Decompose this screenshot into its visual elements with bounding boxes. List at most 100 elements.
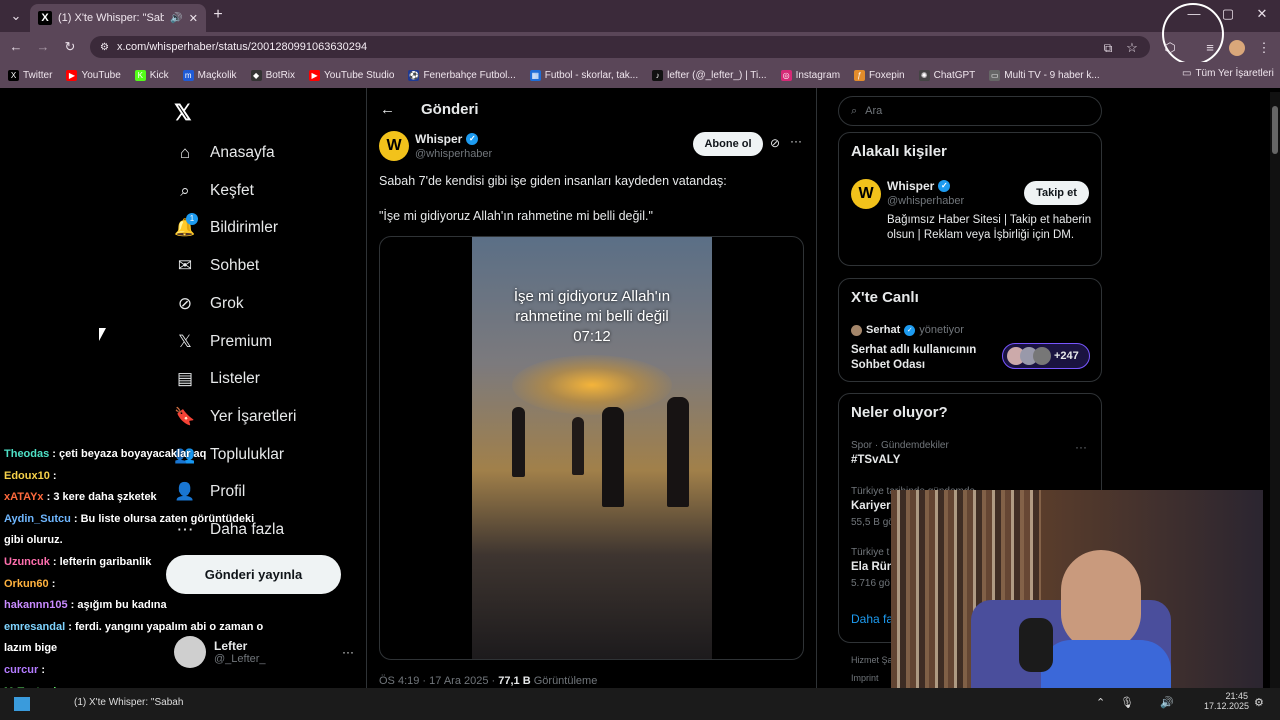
post-more-icon[interactable]: ··· [790,134,802,148]
author-name-row[interactable]: Whisper ✓ [415,132,479,146]
video-player[interactable]: İşe mi gidiyoruz Allah'ın rahmetine mi b… [379,236,804,660]
footer-link[interactable]: Imprint [851,673,879,683]
footer-link[interactable]: Hizmet Şa [851,655,893,665]
site-info-icon[interactable]: ⚙ [100,42,109,53]
tray-mic-icon[interactable]: 🎙 [1120,696,1134,709]
taskbar-app[interactable]: (1) X'te Whisper: "Sabah [74,697,183,708]
close-window-button[interactable]: ✕ [1252,4,1272,24]
start-icon[interactable] [14,697,30,711]
post-button[interactable]: Gönderi yayınla [166,555,341,594]
bookmark-label: Instagram [795,69,841,81]
trend-count: 55,5 B gö [851,517,894,528]
account-handle: @_Lefter_ [214,653,266,665]
search-input[interactable]: ⌕ Ara [838,96,1102,126]
sidebar-item-label: Keşfet [210,181,254,199]
live-card[interactable]: X'te Canlı Serhat ✓ yönetiyor Serhat adl… [838,278,1102,382]
bookmark-item[interactable]: X Twitter [8,69,53,81]
scrollbar[interactable] [1270,92,1280,688]
browser-tab[interactable]: X (1) X'te Whisper: "Sabah 7'de 🔊 ✕ [30,4,206,32]
sidebar-item-label: Yer İşaretleri [210,407,297,425]
bookmark-favicon-icon: ◎ [780,69,792,81]
related-name-row[interactable]: Whisper ✓ [887,179,951,193]
author-handle: @whisperhaber [415,148,493,160]
bookmark-item[interactable]: ▭ Multi TV - 9 haber k... [989,69,1100,81]
sidebar-item-bell[interactable]: 🔔 1 Bildirimler [174,213,278,243]
bookmark-item[interactable]: m Maçkolik [182,69,237,81]
bookmark-item[interactable]: ƒ Foxepin [854,69,905,81]
author-avatar[interactable]: W [379,131,409,161]
sidebar-item-x[interactable]: 𝕏 Premium [174,327,272,357]
profile-avatar[interactable] [1229,40,1245,56]
video-frame: İşe mi gidiyoruz Allah'ın rahmetine mi b… [472,237,712,659]
sidebar-item-list[interactable]: ▤ Listeler [174,364,260,394]
search-icon: ⌕ [180,180,190,200]
tab-title: (1) X'te Whisper: "Sabah 7'de [58,12,165,24]
tray-chevron-icon[interactable]: ⌃ [1096,696,1105,709]
live-listeners[interactable]: +247 [1002,343,1090,369]
trend-count: 5.716 gö [851,578,890,589]
related-avatar[interactable]: W [851,179,881,209]
live-room: Serhat adlı kullanıcının Sohbet Odası [851,344,977,371]
all-bookmarks[interactable]: ▭ Tüm Yer İşaretleri [1182,68,1274,79]
more-icon[interactable]: ··· [342,645,354,659]
sidebar-item-grok[interactable]: ⊘ Grok [174,289,244,319]
bookmark-label: Twitter [23,69,53,81]
show-more-link[interactable]: Daha fa [851,612,893,626]
bookmark-item[interactable]: ✺ ChatGPT [918,69,975,81]
clock[interactable]: 21:45 17.12.2025 [1204,691,1249,711]
chat-username: curcur [4,664,39,676]
chat-text: : [51,577,56,590]
address-bar[interactable]: ⚙ x.com/whisperhaber/status/200128099106… [90,36,1150,58]
account-switcher[interactable]: Lefter @_Lefter_ ··· [174,636,354,668]
bookmark-favicon-icon: ▦ [529,69,541,81]
close-tab-icon[interactable]: ✕ [189,12,198,25]
menu-icon[interactable]: ⋮ [1254,38,1274,58]
trend-name[interactable]: #TSvALY [851,454,900,466]
bookmark-item[interactable]: ▦ Futbol - skorlar, tak... [529,69,638,81]
sidebar-item-person[interactable]: 👤 Profil [174,477,245,507]
follow-button[interactable]: Takip et [1024,181,1089,205]
sidebar-item-home[interactable]: ⌂ Anasayfa [174,138,275,168]
bookmark-star-icon[interactable]: ☆ [1122,38,1142,58]
bookmark-item[interactable]: ▶ YouTube Studio [309,69,394,81]
extensions-icon[interactable]: ⬡ [1160,38,1180,58]
grok-icon[interactable]: ⊘ [770,136,780,150]
bookmark-label: YouTube [81,69,121,81]
bookmark-item[interactable]: ▶ YouTube [66,69,121,81]
sidebar-item-search[interactable]: ⌕ Keşfet [174,176,254,206]
verified-icon: ✓ [904,324,916,336]
bookmark-item[interactable]: K Kick [134,69,169,81]
x-logo-icon[interactable]: 𝕏 [174,100,192,126]
forward-icon[interactable]: → [33,37,53,57]
back-icon[interactable]: ← [6,37,26,57]
chat-message: Orkun60 : [4,578,55,590]
sidebar-item-bookmark[interactable]: 🔖 Yer İşaretleri [174,402,296,432]
cast-icon[interactable]: ⧉ [1098,38,1118,58]
bookmark-item[interactable]: ⚽ Fenerbahçe Futbol... [408,69,516,81]
scrollbar-thumb[interactable] [1272,106,1278,154]
volume-icon[interactable]: 🔊 [1160,696,1174,709]
account-name: Lefter [214,639,248,653]
sidebar-item-label: Premium [210,332,273,350]
trend-more-icon[interactable]: ··· [1075,440,1087,454]
sidebar-item-mail[interactable]: ✉ Sohbet [174,251,259,281]
notification-icon[interactable]: ⚙ [1254,696,1264,709]
back-arrow-icon[interactable]: ← [380,101,395,118]
new-tab-button[interactable]: + [208,5,228,25]
subscribe-button[interactable]: Abone ol [693,132,763,156]
chat-text: : ferdi. yangını yapalım abi o zaman o [68,620,264,633]
chat-text: : [52,469,57,482]
trend-name[interactable]: Ela Rün [851,561,894,573]
speaker-icon[interactable]: 🔊 [170,13,182,24]
notification-badge: 1 [186,213,198,226]
media-icon[interactable]: ≡ [1200,38,1220,58]
trend-name[interactable]: Kariyer [851,500,891,512]
tab-search-icon[interactable]: ⌄ [6,6,26,26]
shirt [1041,640,1171,688]
chat-message: Uzuncuk : lefterin garibanlik [4,556,151,568]
bookmark-item[interactable]: ◆ BotRix [250,69,295,81]
bookmark-item[interactable]: ♪ lefter (@_lefter_) | Ti... [652,69,767,81]
reload-icon[interactable]: ↻ [60,37,80,57]
url-text: x.com/whisperhaber/status/20012809910636… [116,41,368,53]
bookmark-item[interactable]: ◎ Instagram [780,69,841,81]
